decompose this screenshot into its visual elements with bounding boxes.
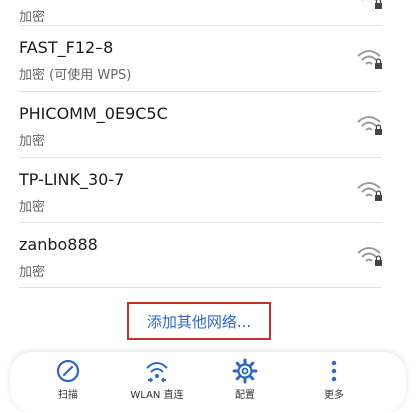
wifi-lock-icon — [357, 182, 382, 201]
wifi-lock-icon — [357, 50, 382, 69]
configure-label: 配置 — [235, 390, 255, 401]
network-security-label: 加密 (可使用 WPS) — [19, 68, 132, 83]
network-name: zanbo888 — [19, 235, 98, 254]
gear-icon — [232, 358, 258, 384]
scan-icon — [56, 359, 80, 383]
network-name: FAST_F12–8 — [19, 38, 114, 57]
network-security-label: 加密 — [19, 200, 46, 215]
list-divider — [19, 287, 382, 288]
more-label: 更多 — [324, 390, 344, 401]
more-vertical-icon — [331, 360, 337, 382]
wifi-lock-icon — [362, 0, 382, 9]
wifi-network-item[interactable]: zanbo888 加密 — [0, 223, 416, 287]
wlan-direct-icon — [146, 362, 168, 383]
wlan-direct-label: WLAN 直连 — [130, 390, 184, 401]
wifi-network-item[interactable]: TP-LINK_30-7 加密 — [0, 158, 416, 222]
wifi-lock-icon — [357, 247, 382, 266]
wifi-lock-icon — [357, 116, 382, 135]
network-security-label: 加密 — [19, 10, 46, 25]
bottom-toolbar: 扫描 WLAN 直连 配置 更多 — [10, 352, 406, 412]
scan-label: 扫描 — [58, 390, 78, 401]
network-name: PHICOMM_0E9C5C — [19, 104, 168, 123]
add-other-network-button[interactable]: 添加其他网络... — [127, 302, 271, 340]
wifi-network-item[interactable]: 加密 — [0, 0, 416, 25]
network-security-label: 加密 — [19, 134, 46, 149]
network-security-label: 加密 — [19, 265, 46, 280]
wifi-network-item[interactable]: FAST_F12–8 加密 (可使用 WPS) — [0, 26, 416, 90]
network-name: TP-LINK_30-7 — [19, 170, 125, 189]
wifi-network-item[interactable]: PHICOMM_0E9C5C 加密 — [0, 92, 416, 156]
